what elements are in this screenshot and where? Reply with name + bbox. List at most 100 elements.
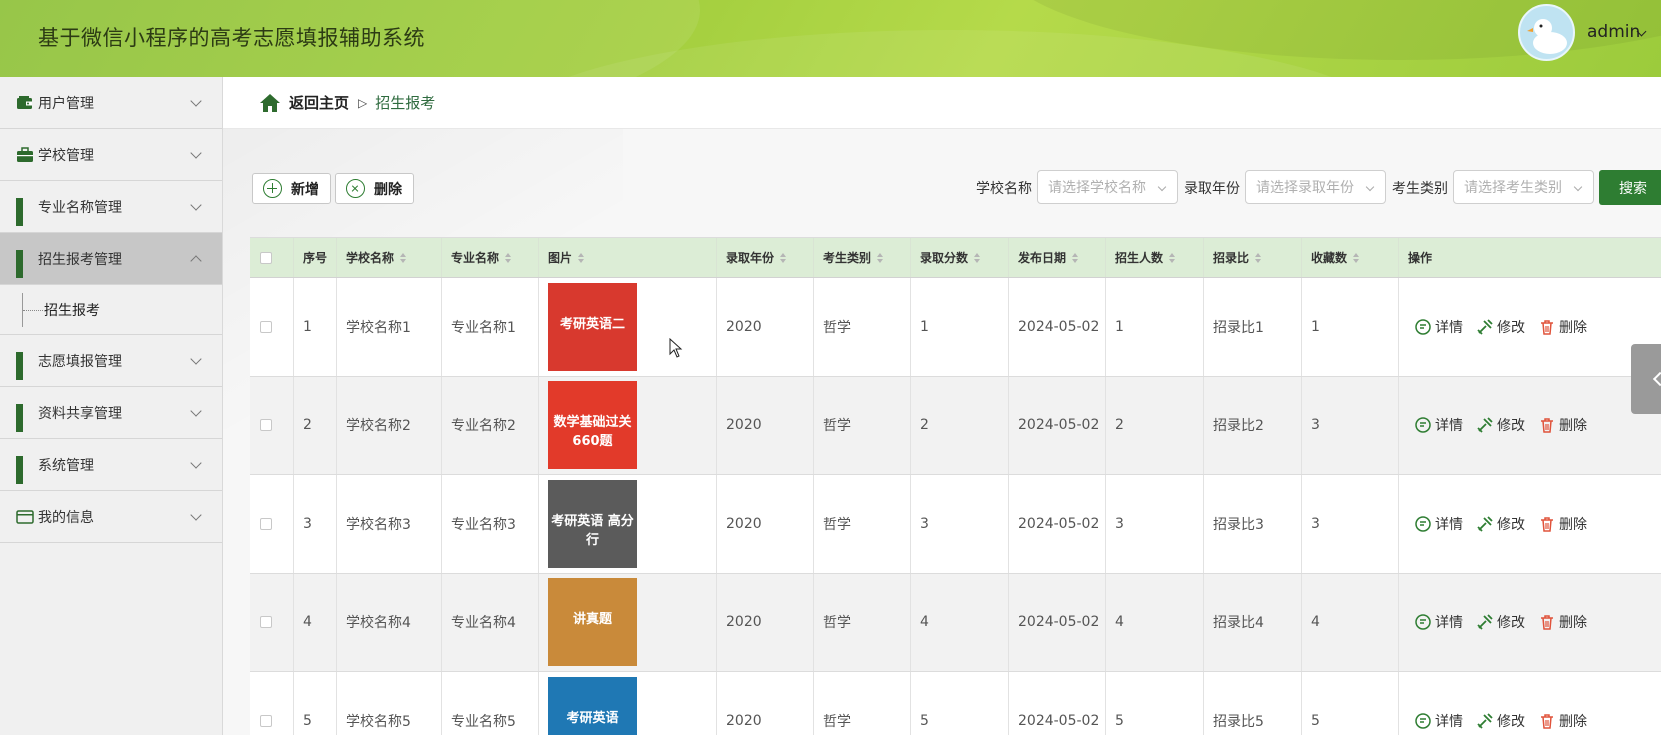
year-select[interactable]: 请选择录取年份 [1245,170,1386,204]
column-header[interactable]: 图片 [539,238,717,277]
grid-icon [16,197,34,226]
sidebar-item-admission-management[interactable]: 招生报考管理 [0,233,222,285]
sidebar-item-user-management[interactable]: 用户管理 [0,77,222,129]
chevron-down-icon [190,353,202,365]
sort-icon[interactable] [1169,252,1176,263]
edit-button[interactable]: 修改 [1476,415,1525,435]
delete-row-button[interactable]: 删除 [1538,514,1587,534]
cell-ratio: 招录比1 [1204,278,1302,376]
user-name[interactable]: admin [1587,22,1640,42]
sort-icon[interactable] [1255,252,1262,263]
sort-icon[interactable] [1353,252,1360,263]
sidebar-item-application-management[interactable]: 志愿填报管理 [0,335,222,387]
category-select-placeholder: 请选择考生类别 [1464,180,1562,196]
mouse-cursor-icon [669,338,683,358]
column-header[interactable]: 发布日期 [1009,238,1106,277]
row-checkbox[interactable] [260,517,272,530]
delete-row-button[interactable]: 删除 [1538,711,1587,731]
book-cover-thumbnail[interactable]: 讲真题 [548,578,637,667]
column-header[interactable]: 收藏数 [1302,238,1399,277]
sidebar-item-resource-management[interactable]: 资料共享管理 [0,387,222,439]
detail-button[interactable]: 详情 [1414,317,1463,337]
cell-value: 1 [1115,318,1124,335]
cell-no: 1 [294,278,337,376]
column-header[interactable]: 招录比 [1204,238,1302,277]
image-cell: 考研英语二 [539,278,717,376]
book-cover-title: 数学基础过关660题 [553,415,632,450]
column-header[interactable]: 录取年份 [717,238,814,277]
edit-button[interactable]: 修改 [1476,612,1525,632]
sort-icon[interactable] [578,252,585,263]
tree-line [23,310,43,311]
cell-value: 1 [1311,318,1320,335]
column-header[interactable]: 学校名称 [337,238,442,277]
row-select-cell [250,376,294,474]
row-checkbox[interactable] [260,616,272,629]
delete-button[interactable]: 删除 [335,173,414,204]
sort-icon[interactable] [505,252,512,263]
book-cover-thumbnail[interactable]: 考研英语 [548,676,637,735]
select-all-checkbox[interactable] [260,251,272,264]
edit-button[interactable]: 修改 [1476,514,1525,534]
wrench-icon [1477,319,1493,335]
edit-button[interactable]: 修改 [1476,711,1525,731]
cell-value: 4 [920,614,929,631]
table-row: 3 学校名称3 专业名称3 考研英语 高分行 2020 哲学 3 2024-05-02 3 招录比… [250,475,1661,574]
category-filter-label: 考生类别 [1392,181,1448,197]
cell-favorites: 5 [1302,672,1399,735]
edit-button[interactable]: 修改 [1476,317,1525,337]
sort-icon[interactable] [400,252,407,263]
column-header[interactable]: 考生类别 [814,238,911,277]
column-header: 操作 [1399,238,1661,277]
cell-major: 专业名称2 [442,376,539,474]
category-select[interactable]: 请选择考生类别 [1453,170,1594,204]
book-cover-thumbnail[interactable]: 考研英语二 [548,282,637,371]
row-checkbox[interactable] [260,419,272,432]
cell-value: 1 [303,318,312,335]
school-select[interactable]: 请选择学校名称 [1037,170,1178,204]
detail-button[interactable]: 详情 [1414,612,1463,632]
column-header[interactable]: 专业名称 [442,238,539,277]
delete-row-button[interactable]: 删除 [1538,612,1587,632]
cell-value: 2020 [726,318,762,335]
cell-value: 学校名称1 [346,319,411,336]
sort-icon[interactable] [780,252,787,263]
cell-value: 2024-05-02 [1018,712,1100,729]
column-header-label: 收藏数 [1311,251,1348,265]
detail-button[interactable]: 详情 [1414,415,1463,435]
sort-icon[interactable] [1072,252,1079,263]
top-header: 基于微信小程序的高考志愿填报辅助系统 admin [0,0,1661,77]
cell-score: 1 [911,278,1009,376]
sidebar-subitem-admission[interactable]: 招生报考 [0,285,222,335]
column-header[interactable]: 录取分数 [911,238,1009,277]
delete-row-button[interactable]: 删除 [1538,415,1587,435]
detail-button[interactable]: 详情 [1414,514,1463,534]
side-panel-toggle[interactable] [1631,344,1661,414]
cell-count: 3 [1106,475,1204,573]
detail-button[interactable]: 详情 [1414,711,1463,731]
book-cover-thumbnail[interactable]: 考研英语 高分行 [548,479,637,568]
search-button[interactable]: 搜索 [1599,170,1661,205]
sidebar-item-my-info[interactable]: 我的信息 [0,491,222,543]
column-header[interactable]: 招生人数 [1106,238,1204,277]
sidebar-item-school-management[interactable]: 学校管理 [0,129,222,181]
sort-icon[interactable] [877,252,884,263]
delete-row-button[interactable]: 删除 [1538,317,1587,337]
sidebar-item-major-management[interactable]: 专业名称管理 [0,181,222,233]
row-checkbox[interactable] [260,714,272,727]
row-checkbox[interactable] [260,320,272,333]
add-button[interactable]: 新增 [252,173,331,204]
chat-detail-icon [1415,713,1431,729]
breadcrumb-home-link[interactable]: 返回主页 [289,92,349,113]
cell-category: 哲学 [814,278,911,376]
book-cover-thumbnail[interactable]: 数学基础过关660题 [548,381,637,470]
sort-icon[interactable] [974,252,981,263]
add-button-label: 新增 [291,181,319,198]
cell-date: 2024-05-02 [1009,573,1106,671]
avatar[interactable] [1518,4,1575,61]
home-icon[interactable] [259,92,281,114]
delete-button-label: 删除 [374,181,402,198]
sidebar-subitem-label: 招生报考 [44,302,100,319]
cell-value: 学校名称2 [346,418,411,435]
sidebar-item-system-management[interactable]: 系统管理 [0,439,222,491]
